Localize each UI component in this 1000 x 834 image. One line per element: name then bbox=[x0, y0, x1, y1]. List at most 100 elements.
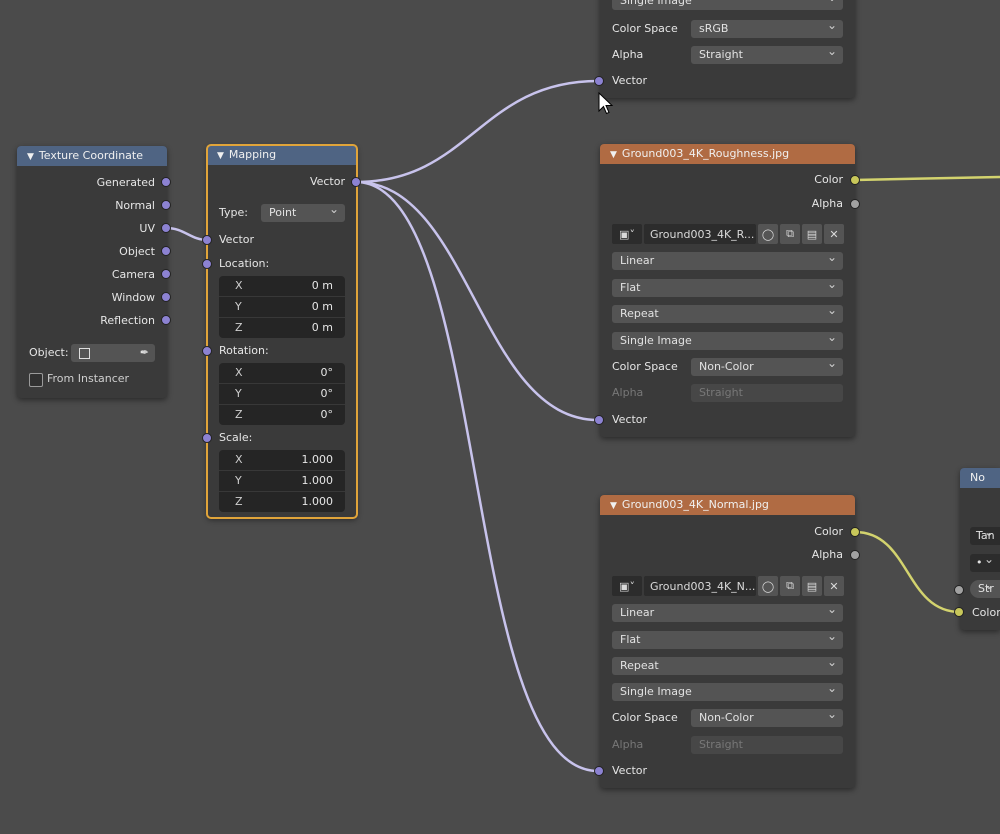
type-dropdown[interactable]: Point bbox=[261, 204, 345, 222]
scale-y-field[interactable]: Y 1.000 bbox=[219, 471, 345, 492]
socket-normal-out[interactable] bbox=[161, 200, 171, 210]
location-z-field[interactable]: Z 0 m bbox=[219, 318, 345, 338]
scale-fields: X 1.000 Y 1.000 Z 1.000 bbox=[219, 450, 345, 512]
image-browse-icon[interactable]: ▣˅ bbox=[612, 224, 642, 244]
image-selector: ▣˅ Ground003_4K_R... ◯ ⧉ ▤ ✕ bbox=[612, 224, 844, 244]
close-icon[interactable]: ✕ bbox=[824, 576, 844, 596]
collapse-chevron-icon[interactable]: ▼ bbox=[27, 147, 34, 166]
collapse-chevron-icon[interactable]: ▼ bbox=[610, 496, 617, 515]
fake-user-shield-icon[interactable]: ◯ bbox=[758, 576, 778, 596]
mapping-node[interactable]: ▼ Mapping Vector Type: Point Vector Locat… bbox=[206, 144, 358, 519]
color-space-dropdown[interactable]: sRGB bbox=[691, 20, 843, 38]
duplicate-icon[interactable]: ⧉ bbox=[780, 224, 800, 244]
eyedropper-icon[interactable]: ✒ bbox=[140, 344, 149, 362]
node-title: Mapping bbox=[228, 148, 277, 161]
axis-label: Z bbox=[235, 495, 243, 508]
color-space-dropdown[interactable]: Non-Color bbox=[691, 709, 843, 727]
interpolation-dropdown[interactable]: Linear bbox=[612, 604, 843, 622]
rotation-z-field[interactable]: Z 0° bbox=[219, 405, 345, 425]
output-alpha: Alpha bbox=[811, 197, 843, 210]
open-folder-icon[interactable]: ▤ bbox=[802, 224, 822, 244]
color-space-label: Color Space bbox=[612, 22, 678, 35]
extension-dropdown[interactable]: Repeat bbox=[612, 657, 843, 675]
collapse-chevron-icon[interactable]: ▼ bbox=[217, 146, 224, 165]
socket-camera-out[interactable] bbox=[161, 269, 171, 279]
projection-dropdown[interactable]: Flat bbox=[612, 279, 843, 297]
link-roughness-color-out bbox=[854, 175, 1000, 182]
socket-mapping-vector-out[interactable] bbox=[351, 177, 361, 187]
duplicate-icon[interactable]: ⧉ bbox=[780, 576, 800, 596]
location-x-field[interactable]: X 0 m bbox=[219, 276, 345, 297]
color-space-label: Color Space bbox=[612, 360, 678, 373]
socket-mapping-vector-in[interactable] bbox=[202, 235, 212, 245]
location-label: Location: bbox=[219, 257, 270, 270]
location-y-field[interactable]: Y 0 m bbox=[219, 297, 345, 318]
field-value: 0 m bbox=[311, 279, 333, 292]
field-value: 0° bbox=[320, 387, 334, 400]
socket-rotation-in[interactable] bbox=[202, 346, 212, 356]
alpha-label: Alpha bbox=[612, 386, 644, 399]
rotation-x-field[interactable]: X 0° bbox=[219, 363, 345, 384]
mapping-header[interactable]: ▼ Mapping bbox=[207, 145, 357, 165]
image-name-field[interactable]: Ground003_4K_N... bbox=[644, 576, 756, 596]
projection-dropdown[interactable]: Flat bbox=[612, 631, 843, 649]
field-value: 0 m bbox=[311, 300, 333, 313]
normal-node-header[interactable]: ▼ Ground003_4K_Normal.jpg bbox=[600, 495, 855, 515]
uv-map-field[interactable]: • bbox=[970, 554, 1000, 572]
socket-normal-alpha-out[interactable] bbox=[850, 550, 860, 560]
output-alpha: Alpha bbox=[811, 548, 843, 561]
close-icon[interactable]: ✕ bbox=[824, 224, 844, 244]
socket-location-in[interactable] bbox=[202, 259, 212, 269]
normal-map-header[interactable]: No bbox=[960, 468, 1000, 488]
source-dropdown[interactable]: Single Image bbox=[612, 332, 843, 350]
output-color: Color bbox=[814, 525, 843, 538]
normal-texture-node[interactable]: ▼ Ground003_4K_Normal.jpg Color Alpha ▣˅ … bbox=[600, 495, 855, 788]
socket-strength-in[interactable] bbox=[954, 585, 964, 595]
texture-coordinate-header[interactable]: ▼ Texture Coordinate bbox=[17, 146, 167, 166]
socket-reflection-out[interactable] bbox=[161, 315, 171, 325]
scale-label: Scale: bbox=[219, 431, 253, 444]
socket-generated-out[interactable] bbox=[161, 177, 171, 187]
node-title: No bbox=[970, 471, 985, 484]
output-normal: Normal bbox=[115, 199, 155, 212]
socket-object-out[interactable] bbox=[161, 246, 171, 256]
socket-normal-vector-in[interactable] bbox=[594, 766, 604, 776]
scale-z-field[interactable]: Z 1.000 bbox=[219, 492, 345, 512]
texture-coordinate-node[interactable]: ▼ Texture Coordinate Generated Normal UV … bbox=[17, 146, 167, 398]
socket-uv-out[interactable] bbox=[161, 223, 171, 233]
axis-label: X bbox=[235, 279, 243, 292]
open-folder-icon[interactable]: ▤ bbox=[802, 576, 822, 596]
alpha-label: Alpha bbox=[612, 738, 644, 751]
object-field[interactable]: ✒ bbox=[71, 344, 155, 362]
rotation-y-field[interactable]: Y 0° bbox=[219, 384, 345, 405]
strength-field[interactable]: Str bbox=[970, 580, 1000, 598]
image-name-field[interactable]: Ground003_4K_R... bbox=[644, 224, 756, 244]
socket-roughness-color-out[interactable] bbox=[850, 175, 860, 185]
roughness-node-header[interactable]: ▼ Ground003_4K_Roughness.jpg bbox=[600, 144, 855, 164]
roughness-texture-node[interactable]: ▼ Ground003_4K_Roughness.jpg Color Alpha … bbox=[600, 144, 855, 437]
fake-user-shield-icon[interactable]: ◯ bbox=[758, 224, 778, 244]
space-dropdown[interactable]: Tan bbox=[970, 527, 1000, 545]
field-value: 0° bbox=[320, 408, 334, 421]
input-color: Color bbox=[972, 606, 1000, 619]
color-space-dropdown[interactable]: Non-Color bbox=[691, 358, 843, 376]
socket-scale-in[interactable] bbox=[202, 433, 212, 443]
scale-x-field[interactable]: X 1.000 bbox=[219, 450, 345, 471]
socket-roughness-alpha-out[interactable] bbox=[850, 199, 860, 209]
from-instancer-checkbox[interactable] bbox=[29, 373, 43, 387]
source-dropdown[interactable]: Single Image bbox=[612, 0, 843, 10]
socket-normalmap-color-in[interactable] bbox=[954, 607, 964, 617]
alpha-dropdown[interactable]: Straight bbox=[691, 46, 843, 64]
interpolation-dropdown[interactable]: Linear bbox=[612, 252, 843, 270]
socket-normal-color-out[interactable] bbox=[850, 527, 860, 537]
link-mapping-to-top-image bbox=[355, 79, 599, 184]
normal-map-node[interactable]: No Tan • Str Color bbox=[960, 468, 1000, 630]
collapse-chevron-icon[interactable]: ▼ bbox=[610, 145, 617, 164]
image-texture-node-top[interactable]: Single Image Color Space sRGB Alpha Stra… bbox=[600, 0, 855, 98]
extension-dropdown[interactable]: Repeat bbox=[612, 305, 843, 323]
socket-top-image-vector-in[interactable] bbox=[594, 76, 604, 86]
socket-window-out[interactable] bbox=[161, 292, 171, 302]
source-dropdown[interactable]: Single Image bbox=[612, 683, 843, 701]
socket-roughness-vector-in[interactable] bbox=[594, 415, 604, 425]
image-browse-icon[interactable]: ▣˅ bbox=[612, 576, 642, 596]
